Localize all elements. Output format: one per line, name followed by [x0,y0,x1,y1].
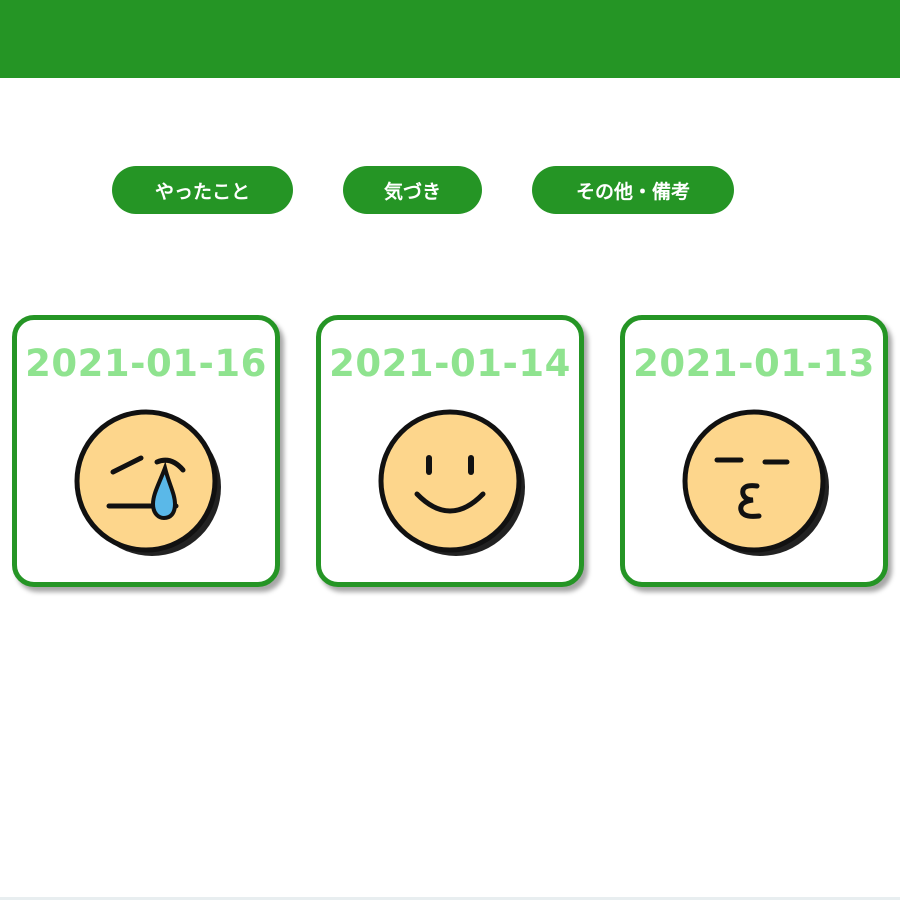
smiling-face-icon [378,409,525,556]
tab-sonota-biko[interactable]: その他・備考 [532,166,734,214]
diary-entry-card[interactable]: 2021-01-14 [316,315,584,587]
crying-face-icon [74,409,221,556]
diary-entry-card[interactable]: 2021-01-16 [12,315,280,587]
category-tabs: やったこと 気づき その他・備考 [0,166,900,214]
kissing-face-icon [682,409,829,556]
tab-yatta-koto[interactable]: やったこと [112,166,293,214]
top-header-bar [0,0,900,78]
entry-date: 2021-01-14 [329,342,571,385]
entry-date: 2021-01-13 [633,342,875,385]
tab-kizuki[interactable]: 気づき [343,166,482,214]
entry-date: 2021-01-16 [25,342,267,385]
diary-entry-card[interactable]: 2021-01-13 [620,315,888,587]
